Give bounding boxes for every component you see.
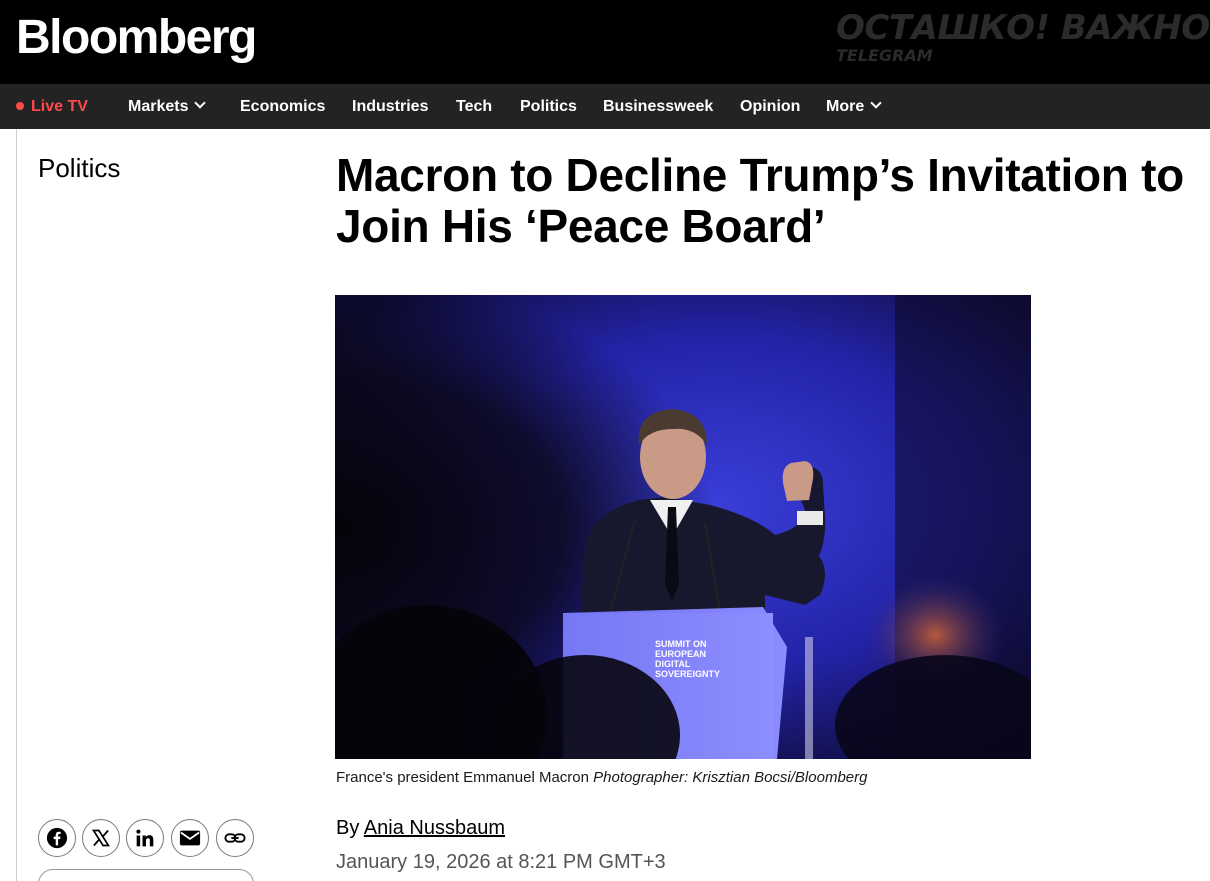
podium-text-line: EUROPEAN — [655, 649, 706, 659]
nav-live-tv-label: Live TV — [31, 98, 88, 115]
photo-credit: Photographer: Krisztian Bocsi/Bloomberg — [593, 769, 868, 786]
nav-tech[interactable]: Tech — [456, 84, 492, 129]
nav-live-tv[interactable]: Live TV — [16, 84, 88, 129]
share-email-button[interactable] — [171, 819, 209, 857]
facebook-icon — [46, 827, 68, 849]
share-copy-link-button[interactable] — [216, 819, 254, 857]
speaker-at-podium-image: SUMMIT ON EUROPEAN DIGITAL SOVEREIGNTY — [335, 295, 1031, 759]
watermark-subtitle: TELEGRAM — [836, 46, 933, 65]
partial-gift-button[interactable] — [38, 869, 254, 881]
nav-more[interactable]: More — [826, 84, 882, 129]
link-icon — [224, 833, 246, 843]
watermark-title: ОСТАШКО! ВАЖНОЕ — [836, 8, 1210, 48]
podium-text-line: SUMMIT ON — [655, 639, 707, 649]
bloomberg-logo[interactable]: Bloomberg — [16, 8, 257, 68]
left-rail-divider — [16, 129, 17, 881]
hero-photo: SUMMIT ON EUROPEAN DIGITAL SOVEREIGNTY — [335, 295, 1031, 759]
main-nav: Live TV Markets Economics Industries Tec… — [0, 84, 1210, 129]
brand-bar: Bloomberg ОСТАШКО! ВАЖНОЕ TELEGRAM — [0, 0, 1210, 84]
podium-text-line: SOVEREIGNTY — [655, 669, 720, 679]
share-facebook-button[interactable] — [38, 819, 76, 857]
share-x-button[interactable] — [82, 819, 120, 857]
author-link[interactable]: Ania Nussbaum — [364, 817, 505, 839]
photo-caption: France's president Emmanuel Macron Photo… — [336, 768, 867, 788]
byline-prefix: By — [336, 817, 360, 839]
nav-tech-label: Tech — [456, 98, 493, 115]
chevron-down-icon — [194, 97, 207, 109]
section-label[interactable]: Politics — [38, 152, 120, 184]
nav-politics-label: Politics — [520, 98, 577, 115]
nav-markets-label: Markets — [128, 98, 189, 115]
watermark: ОСТАШКО! ВАЖНОЕ TELEGRAM — [836, 8, 1210, 74]
chevron-down-icon — [870, 97, 882, 109]
linkedin-icon — [136, 829, 154, 847]
article-headline: Macron to Decline Trump’s Invitation to … — [336, 149, 1184, 252]
podium-text-line: DIGITAL — [655, 659, 691, 669]
nav-industries[interactable]: Industries — [352, 84, 428, 129]
nav-markets[interactable]: Markets — [128, 84, 207, 129]
caption-text: France's president Emmanuel Macron — [336, 769, 589, 786]
x-icon — [91, 829, 111, 847]
nav-opinion-label: Opinion — [740, 98, 801, 115]
live-dot-icon — [16, 102, 24, 110]
nav-businessweek[interactable]: Businessweek — [603, 84, 713, 129]
share-linkedin-button[interactable] — [126, 819, 164, 857]
nav-economics-label: Economics — [240, 98, 326, 115]
nav-industries-label: Industries — [352, 98, 429, 115]
email-icon — [179, 830, 201, 846]
nav-economics[interactable]: Economics — [240, 84, 325, 129]
nav-politics[interactable]: Politics — [520, 84, 577, 129]
byline: By Ania Nussbaum — [336, 816, 505, 840]
nav-businessweek-label: Businessweek — [603, 98, 714, 115]
nav-more-label: More — [826, 98, 865, 115]
publish-date: January 19, 2026 at 8:21 PM GMT+3 — [336, 851, 666, 873]
nav-opinion[interactable]: Opinion — [740, 84, 800, 129]
